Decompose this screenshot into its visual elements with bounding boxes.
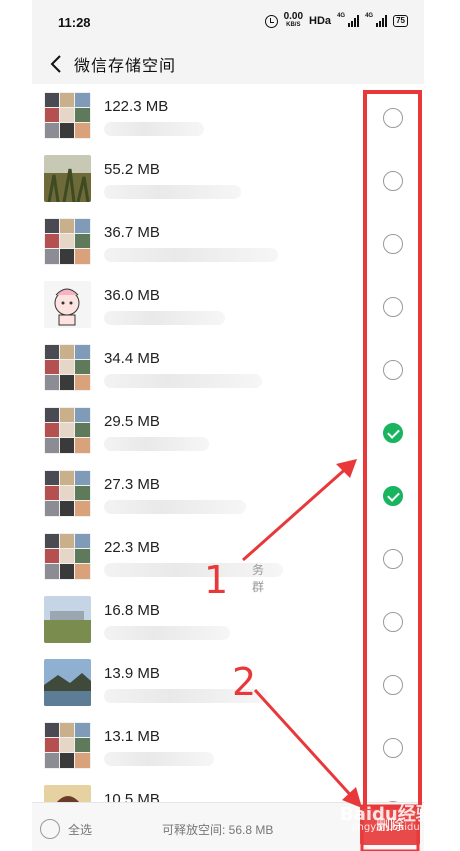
annotation-label-1: 1	[204, 558, 229, 602]
chat-name-redacted	[104, 181, 264, 199]
signal-2-label: 4G	[365, 13, 374, 19]
chat-avatar	[44, 785, 91, 802]
chat-storage-size: 27.3 MB	[104, 476, 160, 493]
chat-name-redacted	[104, 118, 264, 136]
chat-avatar	[44, 218, 91, 265]
chat-storage-size: 16.8 MB	[104, 602, 160, 619]
phone-screen: 11:28 0.00 KB/S HDa 4G 4G 75 微信存储空间 122.…	[32, 0, 424, 851]
checkbox-unchecked-icon[interactable]	[383, 675, 403, 695]
checkbox-unchecked-icon[interactable]	[383, 234, 403, 254]
status-time: 11:28	[58, 15, 91, 30]
chat-avatar	[44, 155, 91, 202]
checkbox-unchecked-icon[interactable]	[383, 108, 403, 128]
select-all-label[interactable]: 全选	[68, 821, 92, 838]
chat-avatar	[44, 470, 91, 517]
watermark-url: jingyan.baidu.com	[352, 822, 445, 833]
freeable-space-label: 可释放空间: 56.8 MB	[162, 823, 274, 837]
hd-label: HDa	[309, 15, 332, 27]
chat-avatar	[44, 722, 91, 769]
chat-storage-size: 13.1 MB	[104, 728, 160, 745]
chat-avatar	[44, 92, 91, 139]
status-bar: 11:28 0.00 KB/S HDa 4G 4G 75	[32, 0, 424, 44]
list-item[interactable]: 13.9 MB	[32, 655, 424, 718]
list-item[interactable]: 10.5 MB	[32, 781, 424, 802]
list-item[interactable]: 34.4 MB	[32, 340, 424, 403]
chat-avatar	[44, 281, 91, 328]
net-speed-value: 0.00	[283, 11, 304, 22]
signal-icon	[376, 15, 388, 27]
chat-avatar	[44, 596, 91, 643]
checkbox-checked-icon[interactable]	[383, 423, 403, 443]
chat-avatar	[44, 407, 91, 454]
chat-name-redacted: 务群	[104, 559, 283, 594]
checkbox-unchecked-icon[interactable]	[383, 171, 403, 191]
checkbox-unchecked-icon[interactable]	[383, 549, 403, 569]
list-item[interactable]: 29.5 MB	[32, 403, 424, 466]
battery-icon: 75	[393, 15, 408, 27]
list-item[interactable]: 27.3 MB	[32, 466, 424, 529]
checkbox-unchecked-icon[interactable]	[383, 612, 403, 632]
chat-name-redacted	[104, 622, 264, 640]
checkbox-unchecked-icon[interactable]	[383, 297, 403, 317]
chat-storage-size: 34.4 MB	[104, 350, 160, 367]
chat-name-redacted	[104, 370, 264, 388]
chat-storage-size: 122.3 MB	[104, 98, 169, 115]
signal-1-label: 4G	[337, 13, 346, 19]
chat-name-redacted	[104, 433, 264, 451]
chat-storage-size: 10.5 MB	[104, 791, 160, 802]
chat-storage-size: 13.9 MB	[104, 665, 160, 682]
net-speed: 0.00 KB/S	[283, 11, 304, 29]
chat-storage-size: 36.0 MB	[104, 287, 160, 304]
checkbox-unchecked-icon[interactable]	[383, 738, 403, 758]
chat-name-redacted	[104, 748, 264, 766]
chat-storage-size: 36.7 MB	[104, 224, 160, 241]
list-item[interactable]: 36.7 MB	[32, 214, 424, 277]
page-header: 微信存储空间	[32, 44, 424, 84]
chat-storage-size: 22.3 MB	[104, 539, 160, 556]
chat-avatar	[44, 659, 91, 706]
signal-icon	[348, 15, 360, 27]
chat-name-redacted	[104, 244, 278, 262]
list-item[interactable]: 122.3 MB	[32, 88, 424, 151]
list-item[interactable]: 13.1 MB	[32, 718, 424, 781]
checkbox-checked-icon[interactable]	[383, 486, 403, 506]
annotation-label-2: 2	[232, 660, 257, 704]
select-all-checkbox[interactable]	[40, 819, 60, 839]
chevron-left-icon[interactable]	[46, 53, 68, 75]
net-speed-unit: KB/S	[286, 22, 301, 28]
checkbox-unchecked-icon[interactable]	[383, 360, 403, 380]
chat-name-tail: 务群	[252, 563, 265, 594]
chat-avatar	[44, 344, 91, 391]
chat-avatar	[44, 533, 91, 580]
chat-storage-size: 55.2 MB	[104, 161, 160, 178]
chat-storage-size: 29.5 MB	[104, 413, 160, 430]
alarm-icon	[264, 14, 278, 28]
chat-storage-list[interactable]: 122.3 MB 55.2 MB 36.7 MB 36.0 MB 34.4 MB 29.5…	[32, 84, 424, 802]
list-item[interactable]: 36.0 MB	[32, 277, 424, 340]
status-icons: 0.00 KB/S HDa 4G 4G 75	[264, 11, 408, 29]
page-title: 微信存储空间	[74, 58, 177, 75]
list-item[interactable]: 55.2 MB	[32, 151, 424, 214]
chat-name-redacted	[104, 307, 264, 325]
chat-name-redacted	[104, 496, 264, 514]
